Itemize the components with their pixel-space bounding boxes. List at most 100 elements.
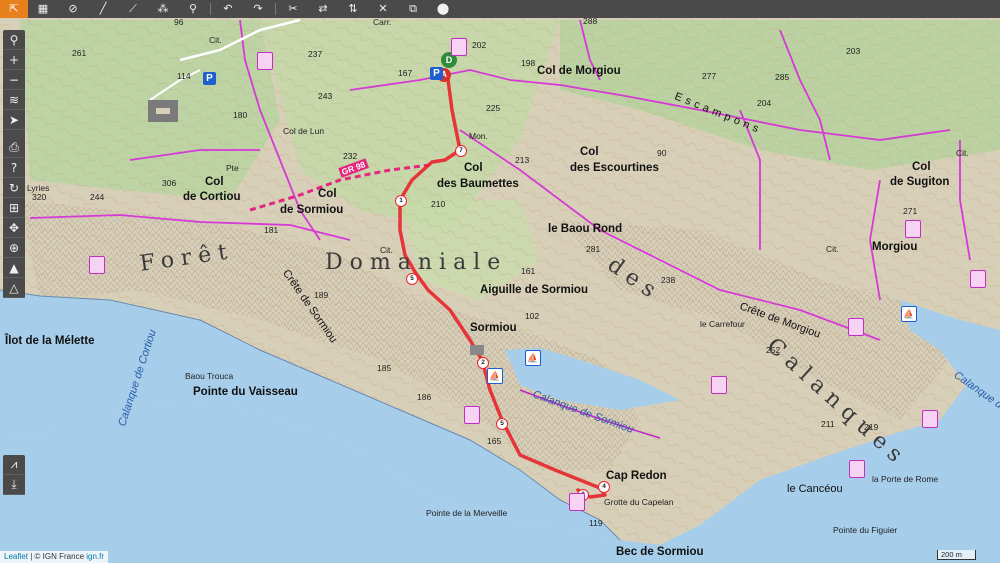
marker-icon[interactable]: ⬤ xyxy=(428,0,458,18)
climbing-site-icon[interactable] xyxy=(257,52,273,70)
waypoints-icon[interactable]: ⁂ xyxy=(148,0,178,18)
hide-icon[interactable]: ⊘ xyxy=(58,0,88,18)
quarry-label: Carr. xyxy=(373,17,392,27)
climbing-site-icon[interactable] xyxy=(905,220,921,238)
draw-route-icon[interactable]: ╱ xyxy=(88,0,118,18)
elevation-label: 211 xyxy=(821,419,835,429)
place-label: Pointe de la Merveille xyxy=(426,508,508,518)
climbing-site-icon[interactable] xyxy=(569,493,585,511)
toolbar-separator xyxy=(210,3,211,15)
place-label: Morgiou xyxy=(872,241,918,253)
marina-icon[interactable]: ⛵ xyxy=(525,350,541,366)
place-label: Îlot de la Mélette xyxy=(5,335,95,347)
delete-icon[interactable]: ✕ xyxy=(368,0,398,18)
route-waypoint-marker[interactable]: 1 xyxy=(395,195,407,207)
elevation-label: 244 xyxy=(90,192,105,202)
route-waypoint-marker[interactable]: 7 xyxy=(455,145,467,157)
elevation-label: 320 xyxy=(32,192,47,202)
mountain-icon[interactable]: ▲ xyxy=(3,258,25,278)
download-icon[interactable]: ⤓ xyxy=(3,475,25,495)
grid-icon[interactable]: ⊞ xyxy=(3,198,25,218)
elevation-label: 306 xyxy=(162,178,177,188)
ign-link[interactable]: ign.fr xyxy=(86,552,104,561)
climbing-site-icon[interactable] xyxy=(848,318,864,336)
place-label: de Sugiton xyxy=(890,176,950,188)
climbing-site-icon[interactable] xyxy=(922,410,938,428)
place-label: des Baumettes xyxy=(437,178,519,190)
elevation-label: 180 xyxy=(233,110,248,120)
climbing-site-icon[interactable] xyxy=(849,460,865,478)
climbing-site-icon[interactable] xyxy=(89,256,105,274)
elevation-label: 204 xyxy=(757,98,772,108)
place-label: de Sormiou xyxy=(280,204,344,216)
left-toolbar: ⚲ + − ≋ ➤ ⎙? ↻ ⊞ ✥ ⊕ ▲ △ xyxy=(3,30,25,298)
route-waypoint-marker[interactable]: 5 xyxy=(496,418,508,430)
place-label: Grotte du Capelan xyxy=(604,497,674,507)
place-label: Baou Trouca xyxy=(185,371,234,381)
leaflet-link[interactable]: Leaflet xyxy=(4,552,28,561)
toolbar-gap xyxy=(3,130,25,138)
bike-icon[interactable]: ⚲ xyxy=(178,0,208,18)
place-label: Sormiou xyxy=(470,322,517,334)
elevation-label: 271 xyxy=(903,206,918,216)
help-icon[interactable]: ? xyxy=(3,158,25,178)
draw-track-icon[interactable]: ⟋ xyxy=(118,0,148,18)
attribution-text: | © IGN France xyxy=(28,552,87,561)
print-icon[interactable]: ⎙ xyxy=(3,138,25,158)
profile-chart-icon[interactable]: ⩘ xyxy=(3,455,25,475)
elevation-label: 186 xyxy=(417,392,432,402)
elevation-icon[interactable]: △ xyxy=(3,278,25,298)
search-icon[interactable]: ⚲ xyxy=(3,30,25,50)
place-label: Col xyxy=(580,146,599,158)
place-label: Col de Lun xyxy=(283,126,325,136)
elevation-label: 161 xyxy=(521,266,536,276)
elevation-label: 261 xyxy=(72,48,87,58)
place-label: Bec de Sormiou xyxy=(616,546,704,558)
place-label: Col xyxy=(464,162,483,174)
layers-icon[interactable]: ≋ xyxy=(3,90,25,110)
elevation-label: 185 xyxy=(377,363,392,373)
place-label: de Cortiou xyxy=(183,191,241,203)
swap-icon[interactable]: ⇄ xyxy=(308,0,338,18)
zoom-out-icon[interactable]: − xyxy=(3,70,25,90)
measure-icon[interactable]: ⊕ xyxy=(3,238,25,258)
elevation-label: 213 xyxy=(515,155,530,165)
elevation-label: 102 xyxy=(525,311,540,321)
undo-icon[interactable]: ↶ xyxy=(213,0,243,18)
zoom-in-icon[interactable]: + xyxy=(3,50,25,70)
climbing-site-icon[interactable] xyxy=(451,38,467,56)
elevation-label: 219 xyxy=(864,422,879,432)
map-layers-icon[interactable]: ▦ xyxy=(28,0,58,18)
elevation-label: 114 xyxy=(177,71,191,81)
redo-icon[interactable]: ↷ xyxy=(243,0,273,18)
compass-icon[interactable]: ✥ xyxy=(3,218,25,238)
climbing-site-icon[interactable] xyxy=(970,270,986,288)
parking-icon[interactable]: P xyxy=(430,67,443,80)
expand-icon[interactable]: ⇱ xyxy=(0,0,28,18)
elevation-label: 285 xyxy=(775,72,790,82)
climbing-site-icon[interactable] xyxy=(711,376,727,394)
parking-icon[interactable]: P xyxy=(203,72,216,85)
monument-label: Mon. xyxy=(469,131,488,141)
merge-icon[interactable]: ⇅ xyxy=(338,0,368,18)
elevation-label: 252 xyxy=(766,345,781,355)
place-label: Pte xyxy=(226,163,239,173)
route-waypoint-marker[interactable]: 4 xyxy=(598,481,610,493)
marina-icon[interactable]: ⛵ xyxy=(487,368,503,384)
marina-icon[interactable]: ⛵ xyxy=(901,306,917,322)
place-label: Col de Morgiou xyxy=(537,65,621,77)
climbing-site-icon[interactable] xyxy=(464,406,480,424)
cut-icon[interactable]: ✂ xyxy=(278,0,308,18)
place-label: la Porte de Rome xyxy=(872,474,939,484)
elevation-label: 198 xyxy=(521,58,536,68)
refresh-icon[interactable]: ↻ xyxy=(3,178,25,198)
elevation-label: 181 xyxy=(264,225,279,235)
copy-icon[interactable]: ⧉ xyxy=(398,0,428,18)
left-toolbar-bottom: ⩘ ⤓ xyxy=(3,455,25,495)
locate-icon[interactable]: ➤ xyxy=(3,110,25,130)
elevation-label: 202 xyxy=(472,40,487,50)
elevation-label: 210 xyxy=(431,199,446,209)
elevation-label: 277 xyxy=(702,71,717,81)
map-canvas[interactable] xyxy=(0,0,1000,563)
route-waypoint-marker[interactable]: 5 xyxy=(406,273,418,285)
